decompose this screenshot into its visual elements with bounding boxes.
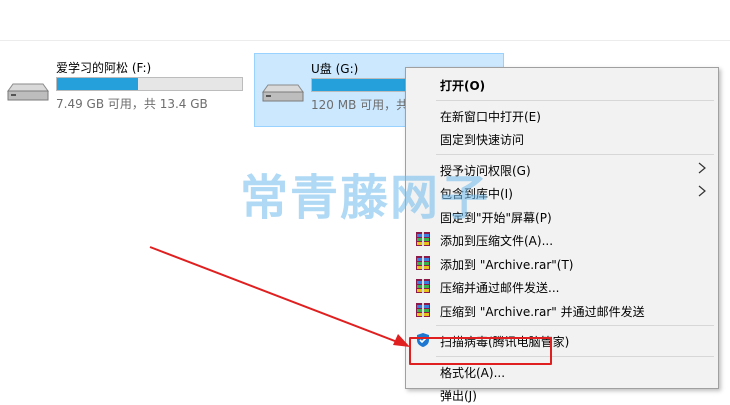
annotation-highlight-box — [409, 337, 552, 365]
annotation-arrow — [149, 246, 410, 347]
menu-item-label: 弹出(J) — [440, 389, 477, 403]
menu-item[interactable]: 弹出(J) — [406, 383, 718, 405]
